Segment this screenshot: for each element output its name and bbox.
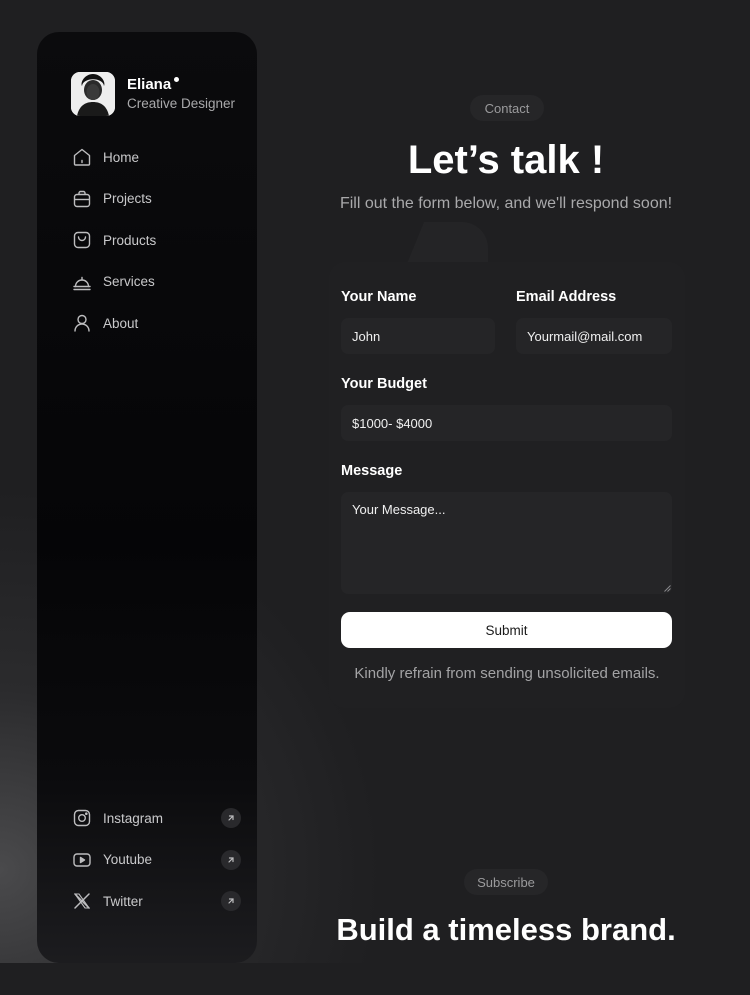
sidebar-item-projects[interactable]: Projects: [71, 188, 156, 210]
online-status-dot: [174, 77, 179, 82]
home-icon: [71, 146, 93, 168]
arrow-up-right-icon: [228, 856, 234, 863]
external-link-button[interactable]: [221, 891, 241, 911]
name-label: Your Name: [341, 289, 417, 305]
decorative-shape: [406, 222, 488, 266]
contact-title: Let’s talk !: [407, 138, 605, 182]
sidebar-item-label: Projects: [103, 191, 152, 206]
resize-grip-icon[interactable]: [664, 585, 671, 592]
contact-subtitle: Fill out the form below, and we'll respo…: [339, 195, 673, 212]
arrow-up-right-icon: [228, 898, 234, 904]
profile-text: Eliana Creative Designer: [127, 75, 235, 113]
message-label: Message: [341, 463, 403, 479]
avatar[interactable]: [71, 72, 115, 116]
budget-label: Your Budget: [341, 376, 427, 392]
sidebar-item-label: Services: [103, 274, 155, 289]
service-bell-icon: [71, 271, 93, 293]
sidebar-item-products[interactable]: Products: [71, 229, 156, 251]
sidebar: Eliana Creative Designer Home Projects P…: [37, 32, 257, 963]
budget-input[interactable]: [341, 405, 672, 441]
social-item-youtube[interactable]: Youtube: [71, 849, 241, 871]
social-item-label: Youtube: [103, 852, 153, 867]
profile: Eliana Creative Designer: [71, 72, 235, 116]
profile-name: Eliana: [127, 76, 172, 93]
user-icon: [71, 312, 93, 334]
sidebar-item-services[interactable]: Services: [71, 271, 156, 293]
bag-icon: [71, 229, 93, 251]
submit-button[interactable]: Submit: [341, 612, 672, 648]
sidebar-item-home[interactable]: Home: [71, 146, 156, 168]
profile-role: Creative Designer: [127, 96, 236, 111]
message-textarea[interactable]: [341, 492, 672, 594]
email-input[interactable]: [516, 318, 672, 354]
social-item-twitter[interactable]: Twitter: [71, 890, 241, 912]
youtube-icon: [71, 849, 93, 871]
social-item-label: Instagram: [103, 810, 164, 826]
external-link-button[interactable]: [221, 849, 241, 870]
social-links: Instagram Youtube Twitter: [71, 807, 241, 932]
sidebar-item-label: About: [103, 315, 139, 331]
sidebar-nav: Home Projects Products Services About: [71, 146, 156, 354]
contact-pill: Contact: [470, 95, 544, 121]
avatar-portrait-icon: [71, 72, 115, 116]
subscribe-title: Build a timeless brand.: [336, 912, 676, 947]
bottom-strip: [0, 963, 750, 995]
form-disclaimer: Kindly refrain from sending unsolicited …: [354, 665, 660, 682]
sidebar-item-label: Home: [103, 149, 140, 165]
sidebar-item-label: Products: [103, 232, 157, 248]
external-link-button[interactable]: [221, 808, 241, 828]
sidebar-item-about[interactable]: About: [71, 312, 156, 334]
instagram-icon: [71, 807, 93, 829]
x-icon: [71, 890, 93, 912]
social-item-instagram[interactable]: Instagram: [71, 807, 241, 829]
briefcase-icon: [71, 188, 93, 210]
social-item-label: Twitter: [103, 893, 143, 909]
name-input[interactable]: [341, 318, 495, 354]
arrow-up-right-icon: [228, 815, 234, 821]
subscribe-pill: Subscribe: [464, 869, 548, 895]
email-label: Email Address: [516, 289, 617, 305]
page: Eliana Creative Designer Home Projects P…: [0, 0, 750, 995]
